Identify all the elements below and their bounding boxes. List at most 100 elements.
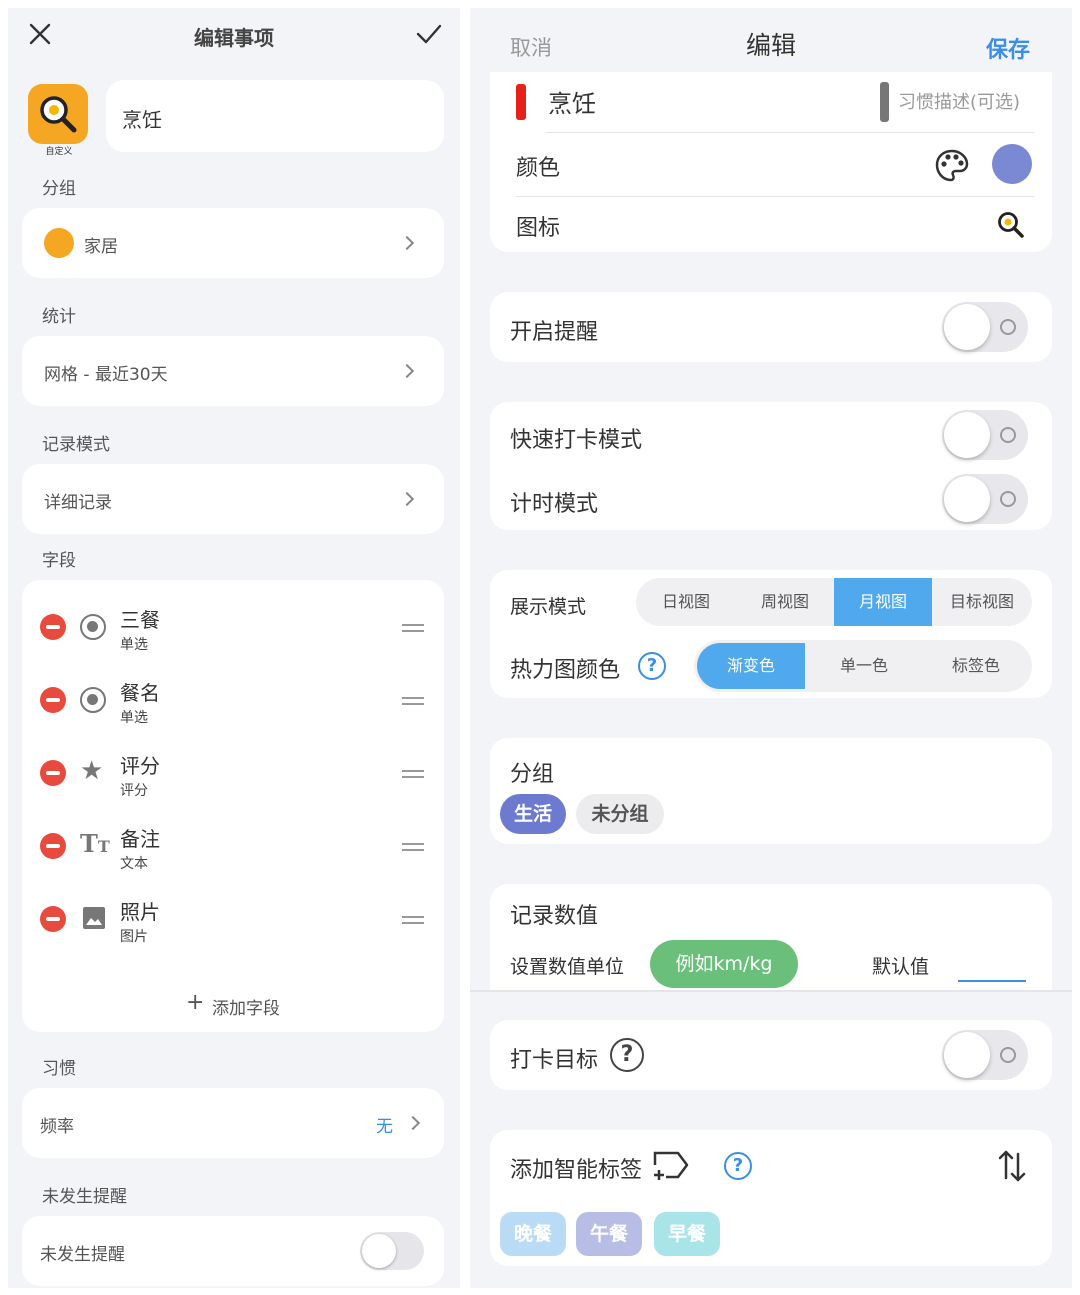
list-item: 餐名 单选 (22, 667, 444, 731)
divider (516, 196, 1034, 197)
mode-card: 快速打卡模式 计时模式 (490, 402, 1052, 530)
segment-tag-color[interactable]: 标签色 (920, 640, 1032, 692)
remove-field-button[interactable] (40, 906, 66, 932)
color-swatch[interactable] (992, 144, 1032, 184)
stats-section-label: 统计 (42, 307, 76, 327)
tag-chip-lunch[interactable]: 午餐 (576, 1212, 642, 1256)
record-value-label: 记录数值 (510, 904, 599, 929)
radio-icon (80, 687, 106, 713)
reminder-toggle[interactable] (360, 1232, 424, 1270)
segment-single-color[interactable]: 单一色 (808, 640, 920, 692)
field-type: 评分 (120, 783, 148, 799)
palette-icon[interactable] (934, 148, 970, 184)
goal-toggle[interactable] (942, 1030, 1028, 1080)
name-input[interactable]: 烹饪 (548, 84, 596, 119)
heatmap-segmented: 渐变色 单一色 标签色 (694, 640, 1032, 692)
check-icon[interactable] (416, 22, 442, 46)
segment-goal-view[interactable]: 目标视图 (932, 578, 1032, 626)
plus-icon: + (186, 990, 205, 1015)
image-icon (82, 906, 106, 930)
drag-handle-icon[interactable] (402, 624, 424, 632)
quick-checkin-toggle[interactable] (942, 410, 1028, 460)
group-chip-ungrouped[interactable]: 未分组 (576, 794, 664, 834)
page-title: 编辑 (745, 31, 796, 60)
unit-input[interactable]: 例如km/kg (650, 940, 798, 988)
group-card: 分组 生活 未分组 (490, 738, 1052, 844)
list-item: TT 备注 文本 (22, 813, 444, 877)
chevron-right-icon (399, 363, 415, 379)
color-label: 颜色 (516, 156, 561, 181)
radio-icon (80, 614, 106, 640)
field-type: 单选 (120, 710, 148, 726)
list-item: 照片 图片 (22, 886, 444, 950)
display-mode-label: 展示模式 (510, 596, 587, 618)
reminder-row: 未发生提醒 (22, 1216, 444, 1286)
group-section-label: 分组 (42, 179, 76, 199)
segment-day-view[interactable]: 日视图 (636, 578, 736, 626)
edit-habit-panel: 取消 编辑 保存 烹饪 习惯描述(可选) 颜色 图标 开启提醒 快速打卡模式 计… (470, 8, 1072, 1288)
add-tag-icon[interactable] (652, 1148, 690, 1182)
field-type: 图片 (120, 929, 148, 945)
group-value: 家居 (84, 237, 118, 257)
record-mode-value: 详细记录 (44, 493, 112, 513)
reminder-label: 未发生提醒 (40, 1245, 125, 1265)
name-input[interactable]: 烹饪 (106, 80, 444, 152)
remove-field-button[interactable] (40, 614, 66, 640)
desc-divider-bar (880, 82, 889, 122)
star-icon: ★ (80, 756, 104, 786)
help-icon[interactable]: ? (610, 1038, 644, 1072)
field-type: 文本 (120, 856, 148, 872)
field-name: 评分 (120, 754, 160, 778)
smart-tags-card: 添加智能标签 ? 晚餐 午餐 早餐 (490, 1130, 1052, 1266)
group-chip-life[interactable]: 生活 (500, 794, 566, 834)
page-title: 编辑事项 (194, 26, 274, 50)
segment-week-view[interactable]: 周视图 (736, 578, 834, 626)
frequency-value: 无 (376, 1117, 393, 1137)
frequency-label: 频率 (40, 1117, 74, 1137)
timer-mode-toggle[interactable] (942, 474, 1028, 524)
default-value-input[interactable] (958, 980, 1026, 982)
remove-field-button[interactable] (40, 760, 66, 786)
field-name: 餐名 (120, 681, 160, 705)
item-icon-button[interactable]: 自定义 (26, 82, 96, 157)
remove-field-button[interactable] (40, 833, 66, 859)
display-mode-segmented: 日视图 周视图 月视图 目标视图 (636, 578, 1032, 626)
stats-value: 网格 - 最近30天 (44, 365, 168, 385)
help-icon[interactable]: ? (724, 1152, 752, 1180)
icon-label: 图标 (516, 216, 561, 241)
chevron-right-icon (399, 235, 415, 251)
stats-row[interactable]: 网格 - 最近30天 (22, 336, 444, 406)
help-icon[interactable]: ? (638, 652, 666, 680)
reminder-toggle[interactable] (942, 302, 1028, 352)
tag-chip-dinner[interactable]: 晚餐 (500, 1212, 566, 1256)
record-value-card: 记录数值 设置数值单位 例如km/kg 默认值 (490, 884, 1052, 990)
segment-gradient[interactable]: 渐变色 (697, 643, 805, 689)
drag-handle-icon[interactable] (402, 916, 424, 924)
sort-arrows-icon[interactable] (996, 1148, 1028, 1184)
frequency-row[interactable]: 频率 无 (22, 1088, 444, 1158)
habit-section-label: 习惯 (42, 1059, 76, 1079)
reminder-section-label: 未发生提醒 (42, 1187, 127, 1207)
save-button[interactable]: 保存 (986, 32, 1030, 64)
fields-section-label: 字段 (42, 551, 76, 571)
drag-handle-icon[interactable] (402, 843, 424, 851)
add-field-label: 添加字段 (212, 999, 280, 1019)
magnifier-egg-icon[interactable] (996, 210, 1026, 240)
text-icon: TT (80, 829, 110, 858)
add-field-button[interactable]: + 添加字段 (172, 990, 312, 1020)
tag-chip-breakfast[interactable]: 早餐 (654, 1212, 720, 1256)
group-row[interactable]: 家居 (22, 208, 444, 278)
segment-month-view[interactable]: 月视图 (834, 578, 932, 626)
drag-handle-icon[interactable] (402, 770, 424, 778)
group-color-dot (44, 228, 74, 258)
remove-field-button[interactable] (40, 687, 66, 713)
drag-handle-icon[interactable] (402, 697, 424, 705)
heatmap-color-label: 热力图颜色 (510, 658, 621, 683)
group-label: 分组 (510, 762, 555, 787)
record-mode-section-label: 记录模式 (42, 435, 110, 455)
description-input[interactable]: 习惯描述(可选) (898, 88, 1020, 114)
reminder-label: 开启提醒 (510, 320, 599, 345)
name-value: 烹饪 (122, 108, 162, 132)
name-color-bar (516, 84, 526, 120)
record-mode-row[interactable]: 详细记录 (22, 464, 444, 534)
